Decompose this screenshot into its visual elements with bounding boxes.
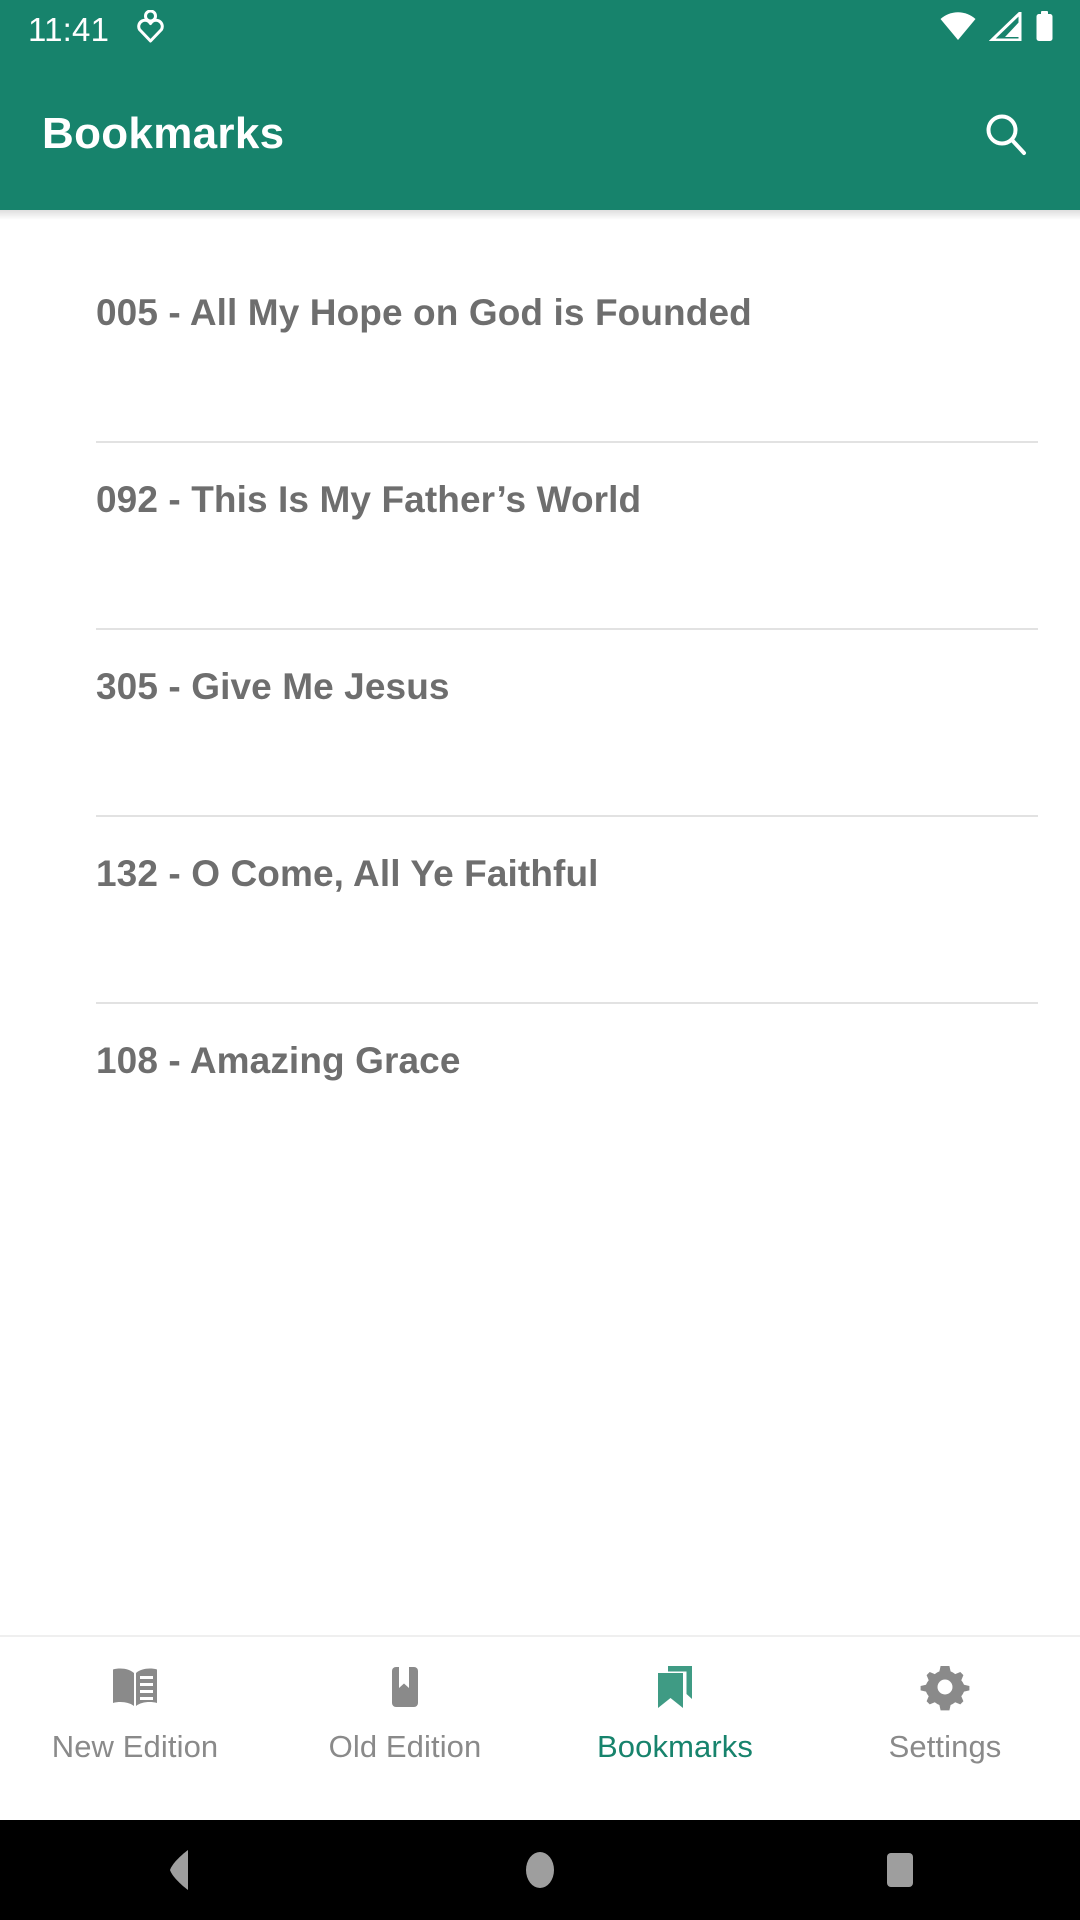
page-title: Bookmarks — [42, 109, 285, 158]
list-item[interactable]: 005 - All My Hope on God is Founded — [0, 256, 1080, 443]
bookmark-label: 305 - Give Me Jesus — [96, 666, 450, 707]
nav-label: New Edition — [51, 1729, 219, 1764]
gear-icon — [918, 1659, 972, 1715]
bookmarks-list[interactable]: 005 - All My Hope on God is Founded 092 … — [0, 220, 1080, 1635]
bookmark-label: 092 - This Is My Father’s World — [96, 479, 642, 520]
status-bar: 11:41 — [0, 0, 1080, 58]
bottom-navigation: New Edition Old Edition Bookmarks Settin… — [0, 1635, 1080, 1820]
bookmark-label: 132 - O Come, All Ye Faithful — [96, 853, 599, 894]
nav-label: Old Edition — [328, 1729, 482, 1764]
wifi-icon — [940, 12, 976, 46]
app-bar-shadow — [0, 210, 1080, 220]
nav-label: Bookmarks — [597, 1729, 753, 1764]
list-item[interactable]: 092 - This Is My Father’s World — [0, 443, 1080, 630]
cellular-signal-icon — [988, 9, 1022, 46]
list-item[interactable]: 132 - O Come, All Ye Faithful — [0, 817, 1080, 1004]
app-bar: Bookmarks — [0, 58, 1080, 210]
open-book-icon — [108, 1659, 162, 1715]
nav-item-bookmarks[interactable]: Bookmarks — [540, 1659, 810, 1762]
status-bar-right — [940, 9, 1054, 47]
system-navigation-bar — [0, 1820, 1080, 1920]
bookmark-label: 108 - Amazing Grace — [96, 1040, 461, 1081]
bookmark-label: 005 - All My Hope on God is Founded — [96, 292, 752, 333]
nav-item-settings[interactable]: Settings — [810, 1659, 1080, 1762]
book-bookmark-icon — [378, 1659, 432, 1715]
recents-square-icon[interactable] — [830, 1820, 970, 1920]
battery-icon — [1035, 11, 1054, 47]
status-bar-left: 11:41 — [28, 9, 164, 48]
nav-item-old-edition[interactable]: Old Edition — [270, 1659, 540, 1762]
back-triangle-icon[interactable] — [110, 1820, 250, 1920]
heart-person-icon — [137, 9, 164, 48]
bookmarks-icon — [648, 1659, 702, 1715]
phone-screen: 11:41 Bookmarks 005 - All My Hope on God… — [0, 0, 1080, 1920]
list-item[interactable]: 108 - Amazing Grace — [0, 1004, 1080, 1191]
home-circle-icon[interactable] — [470, 1820, 610, 1920]
list-item[interactable]: 305 - Give Me Jesus — [0, 630, 1080, 817]
nav-item-new-edition[interactable]: New Edition — [0, 1659, 270, 1762]
search-icon[interactable] — [970, 98, 1042, 170]
status-clock: 11:41 — [28, 10, 110, 48]
nav-label: Settings — [888, 1729, 1002, 1764]
